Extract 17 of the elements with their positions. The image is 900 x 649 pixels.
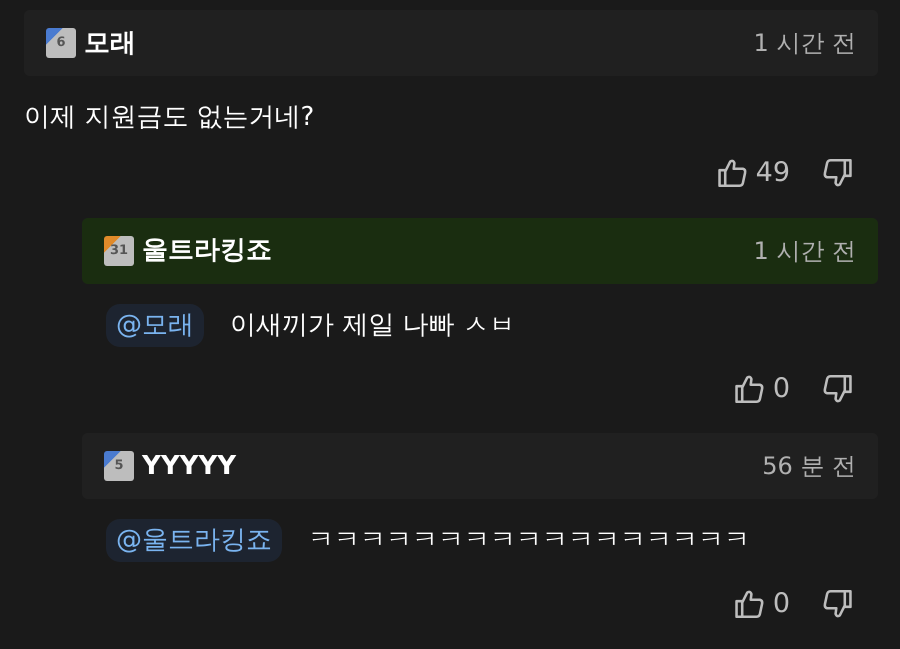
author-name[interactable]: 모래: [84, 24, 136, 62]
level-badge: 31: [104, 236, 134, 266]
like-count: 0: [772, 587, 790, 621]
level-badge: 5: [104, 451, 134, 481]
like-count: 49: [756, 156, 790, 190]
like-count: 0: [772, 372, 790, 406]
reply-text: 이새끼가 제일 나빠 ㅅㅂ: [230, 308, 515, 342]
reply-text: ㅋㅋㅋㅋㅋㅋㅋㅋㅋㅋㅋㅋㅋㅋㅋㅋㅋ: [308, 524, 750, 557]
comment-text: 이제 지원금도 없는거네?: [24, 101, 316, 134]
mention-tag[interactable]: @모래: [106, 304, 204, 346]
comment-time: 56 분 전: [762, 451, 856, 482]
comment-time: 1 시간 전: [753, 28, 856, 59]
author-name[interactable]: YYYYY: [142, 446, 236, 486]
mention-tag[interactable]: @울트라킹죠: [106, 519, 282, 562]
level-badge: 6: [46, 28, 76, 58]
comment-time: 1 시간 전: [753, 236, 856, 266]
author-name[interactable]: 울트라킹죠: [142, 231, 272, 270]
